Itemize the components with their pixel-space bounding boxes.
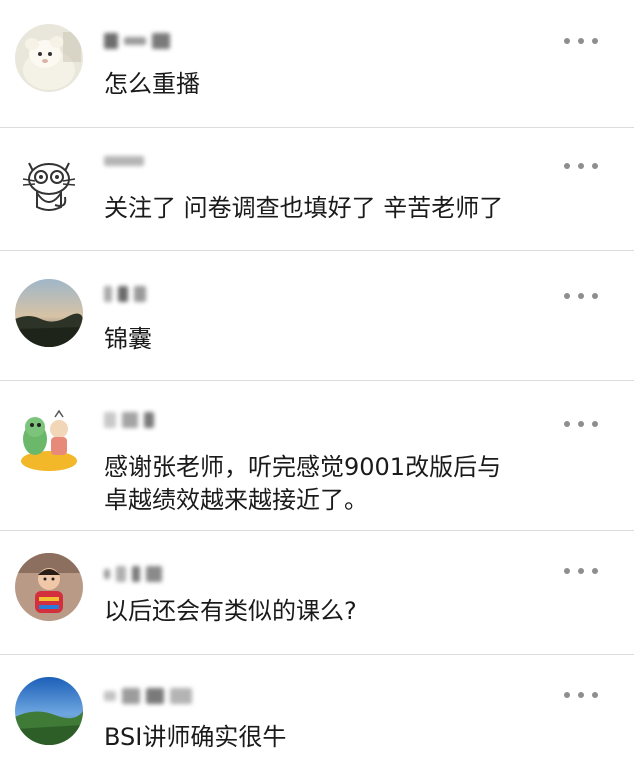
cartoon-cat-avatar[interactable] (15, 149, 83, 217)
blurred-username (104, 409, 154, 431)
comment-text: 以后还会有类似的课么? (104, 597, 357, 625)
cartoon-plush-avatar[interactable] (15, 24, 83, 92)
comment-item[interactable]: BSI讲师确实很牛 (0, 655, 634, 765)
more-options-icon[interactable] (564, 161, 598, 171)
comment-text: 怎么重播 (104, 70, 200, 98)
blurred-username (104, 685, 192, 707)
comment-list: 怎么重播 关注了 问卷调查也填好了 辛苦老师了 锦囊 感谢张老师，听完感觉900… (0, 0, 634, 765)
more-options-icon[interactable] (564, 419, 598, 429)
comment-text: 锦囊 (104, 325, 152, 353)
comment-item[interactable]: 关注了 问卷调查也填好了 辛苦老师了 (0, 128, 634, 251)
more-options-icon[interactable] (564, 690, 598, 700)
landscape-sky-avatar[interactable] (15, 677, 83, 745)
more-options-icon[interactable] (564, 36, 598, 46)
blurred-username (104, 30, 170, 52)
landscape-sunset-avatar[interactable] (15, 279, 83, 347)
child-photo-avatar[interactable] (15, 553, 83, 621)
comment-item[interactable]: 感谢张老师，听完感觉9001改版后与 卓越绩效越来越接近了。 (0, 381, 634, 531)
blurred-username (104, 283, 146, 305)
comment-text: 感谢张老师，听完感觉9001改版后与 卓越绩效越来越接近了。 (104, 453, 502, 514)
comment-item[interactable]: 锦囊 (0, 251, 634, 381)
comment-item[interactable]: 怎么重播 (0, 0, 634, 128)
comment-item[interactable]: 以后还会有类似的课么? (0, 531, 634, 655)
more-options-icon[interactable] (564, 566, 598, 576)
blurred-username (104, 563, 162, 585)
cartoon-characters-avatar[interactable] (15, 405, 83, 473)
comment-text: BSI讲师确实很牛 (104, 723, 287, 751)
more-options-icon[interactable] (564, 291, 598, 301)
comment-text: 关注了 问卷调查也填好了 辛苦老师了 (104, 194, 504, 222)
blurred-username (104, 150, 144, 172)
